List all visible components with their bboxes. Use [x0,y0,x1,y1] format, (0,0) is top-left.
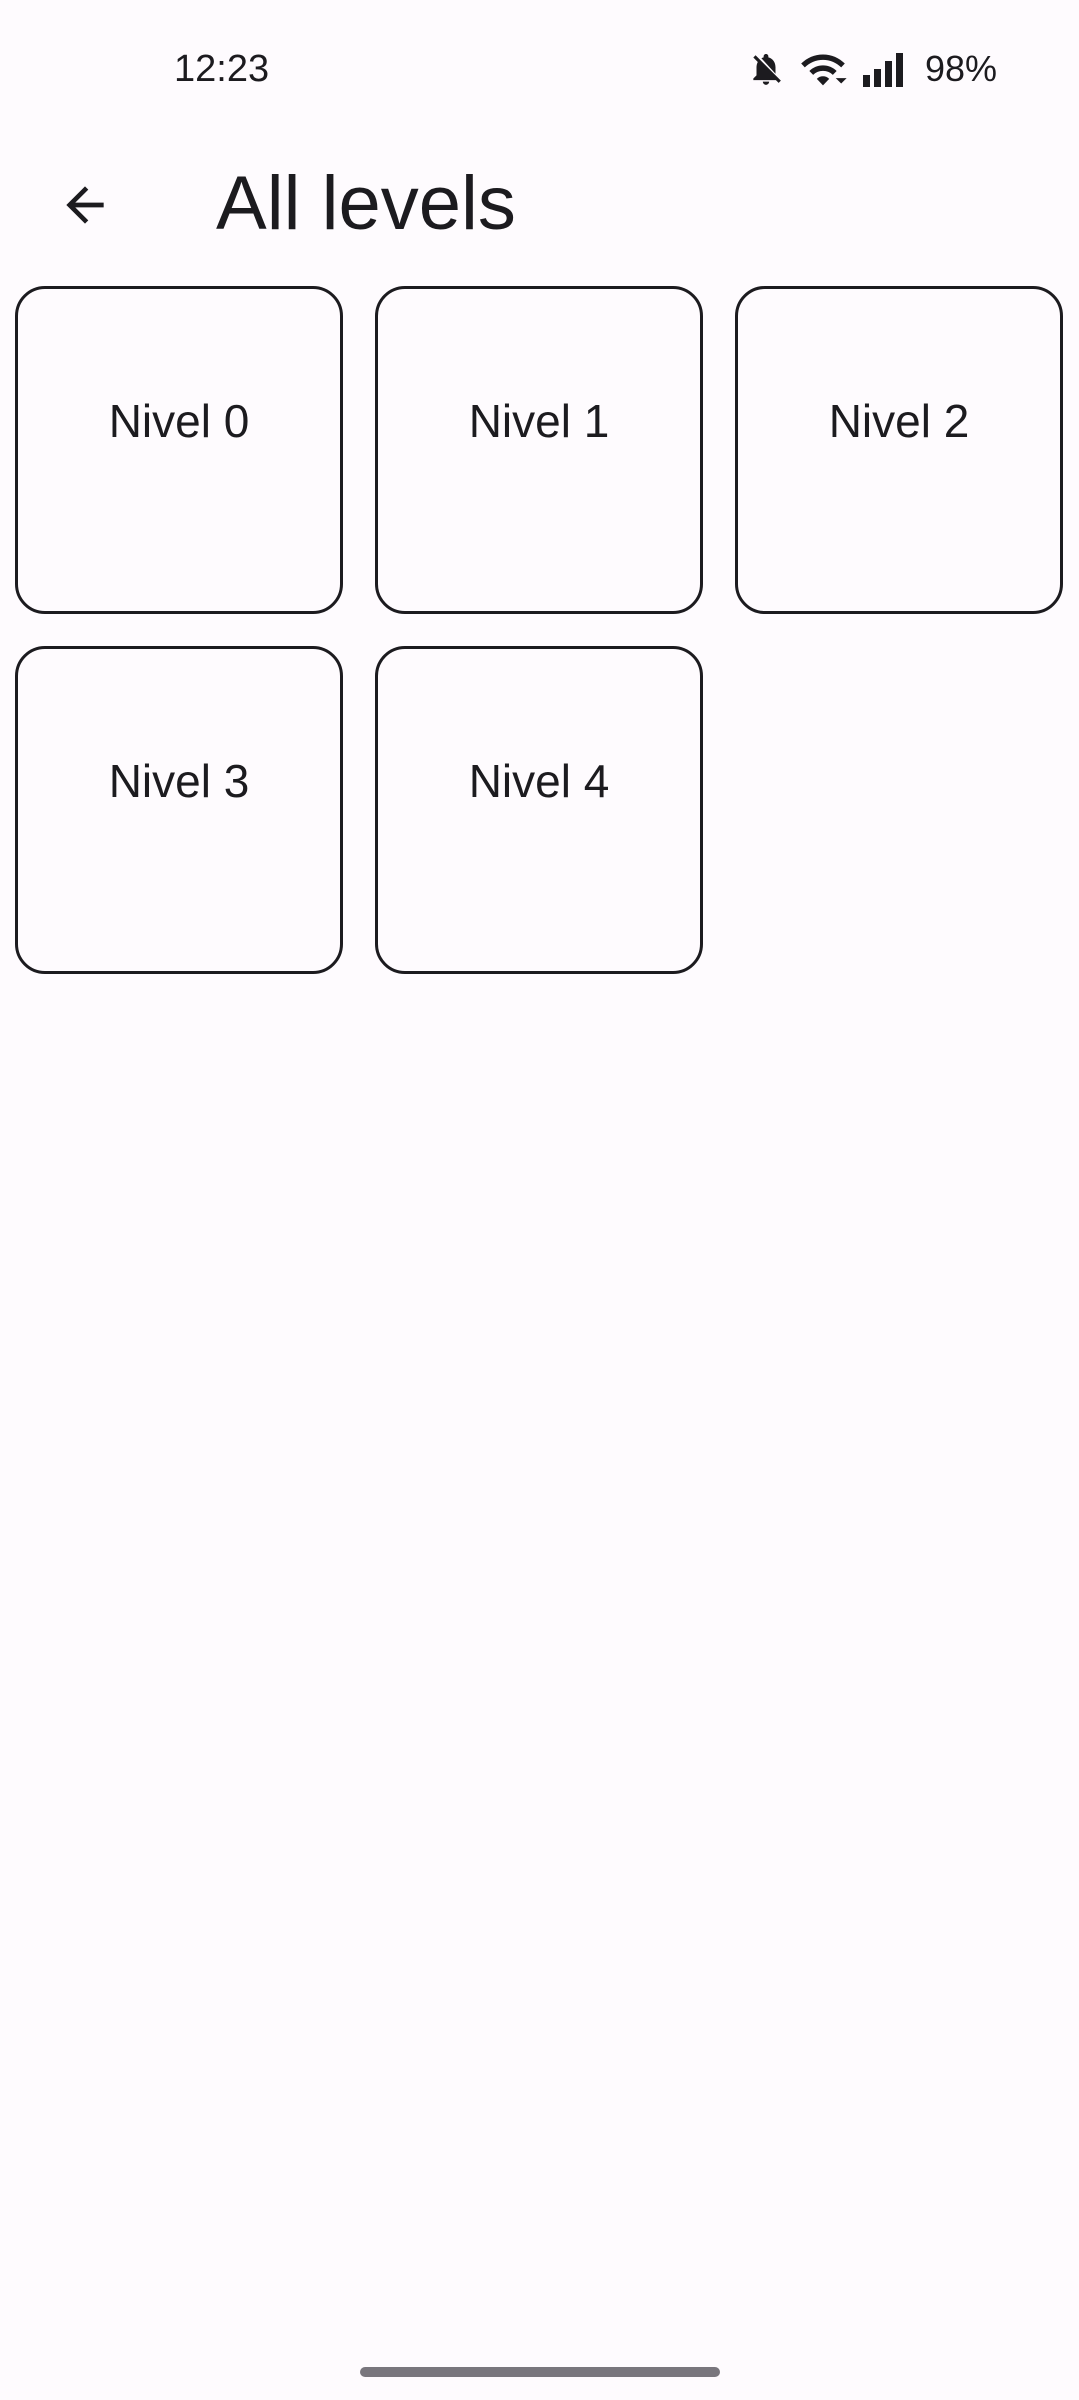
signal-icon [861,51,905,87]
level-card-3[interactable]: Nivel 3 [15,646,343,974]
level-card-1[interactable]: Nivel 1 [375,286,703,614]
home-indicator[interactable] [360,2367,720,2377]
level-card-0[interactable]: Nivel 0 [15,286,343,614]
level-card-2[interactable]: Nivel 2 [735,286,1063,614]
battery-percentage: 98% [924,48,997,89]
level-card-4[interactable]: Nivel 4 [375,646,703,974]
levels-grid: Nivel 0 Nivel 1 Nivel 2 Nivel 3 Nivel 4 [15,286,1065,974]
wifi-icon [799,49,847,89]
page-title: All levels [216,161,516,246]
level-label: Nivel 1 [468,395,610,447]
level-label: Nivel 3 [108,755,250,807]
status-bar: 12:23 98% [0,0,1079,140]
status-icons: 98% [747,44,997,94]
bell-off-icon [747,50,785,88]
arrow-left-icon [66,186,104,224]
level-label: Nivel 0 [108,395,250,447]
status-time: 12:23 [174,48,270,90]
level-label: Nivel 2 [828,395,970,447]
level-label: Nivel 4 [468,755,610,807]
back-button[interactable] [40,160,130,250]
app-bar: All levels [0,140,1079,270]
